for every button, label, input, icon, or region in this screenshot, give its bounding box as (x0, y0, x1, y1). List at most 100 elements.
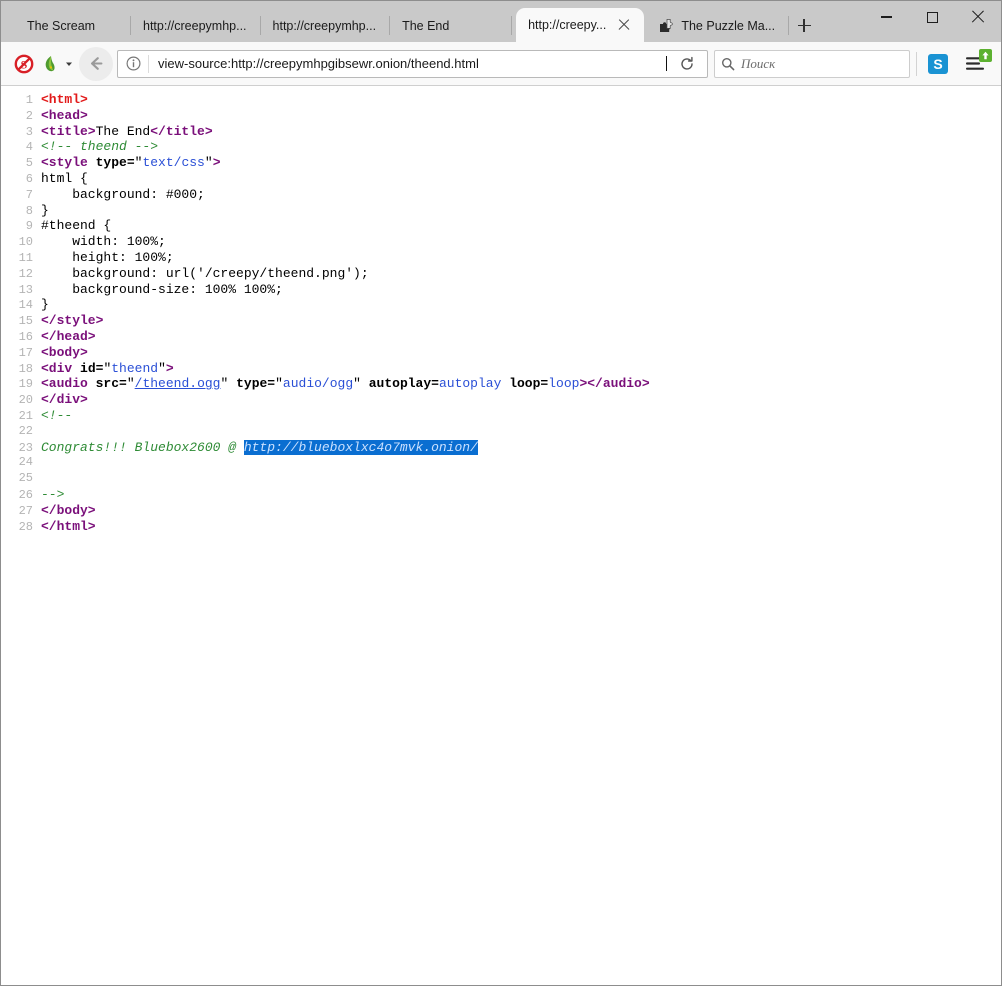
code-text[interactable]: } (41, 203, 49, 218)
code-token-sel[interactable]: http://blueboxlxc4o7mvk.onion/ (244, 440, 478, 455)
code-token-plain: " (220, 376, 236, 391)
code-text[interactable]: <!-- (41, 408, 72, 423)
code-token-tag: </audio> (587, 376, 649, 391)
view-source-content[interactable]: 1<html>2<head>3<title>The End</title>4<!… (1, 86, 1001, 985)
skype-button[interactable]: S (923, 49, 953, 79)
site-identity-button[interactable] (118, 56, 148, 71)
tab-title: The Scream (27, 19, 95, 33)
navigation-toolbar: S (1, 42, 1001, 86)
noscript-button[interactable]: S (9, 49, 39, 79)
code-text[interactable]: height: 100%; (41, 250, 174, 265)
code-text[interactable]: html { (41, 171, 88, 186)
toolbar-divider (916, 52, 917, 76)
code-text[interactable]: <!-- theend --> (41, 139, 158, 154)
puzzle-icon (658, 18, 674, 34)
close-window-button[interactable] (955, 1, 1001, 33)
maximize-button[interactable] (909, 1, 955, 33)
browser-tab[interactable]: http://creepymhp... (131, 9, 261, 42)
code-text[interactable]: background: #000; (41, 187, 205, 202)
code-line: 13 background-size: 100% 100%; (1, 282, 1001, 298)
browser-tab[interactable]: http://creepy... (516, 8, 644, 42)
code-text[interactable]: background-size: 100% 100%; (41, 282, 283, 297)
search-bar[interactable]: Поиск (714, 50, 910, 78)
code-text[interactable]: #theend { (41, 218, 111, 233)
code-token-plain: " (353, 376, 369, 391)
line-number: 24 (1, 455, 41, 469)
code-token-tag: </div> (41, 392, 88, 407)
code-text[interactable]: <title>The End</title> (41, 124, 213, 139)
code-text[interactable]: <audio src="/theend.ogg" type="audio/ogg… (41, 376, 650, 391)
code-line: 24 (1, 455, 1001, 471)
code-token-tag: </body> (41, 503, 96, 518)
line-number: 2 (1, 109, 41, 123)
code-line: 8} (1, 203, 1001, 219)
code-line: 20</div> (1, 392, 1001, 408)
line-number: 23 (1, 441, 41, 455)
minimize-icon (881, 16, 892, 17)
code-line: 6html { (1, 171, 1001, 187)
line-number: 19 (1, 377, 41, 391)
url-bar[interactable]: view-source:http://creepymhpgibsewr.onio… (117, 50, 708, 78)
code-text[interactable]: <head> (41, 108, 88, 123)
code-text[interactable]: </head> (41, 329, 96, 344)
browser-tab[interactable]: The Puzzle Ma... (646, 9, 789, 42)
search-input-placeholder[interactable]: Поиск (741, 56, 775, 72)
line-number: 13 (1, 283, 41, 297)
search-icon (721, 57, 735, 71)
code-token-plain: #theend { (41, 218, 111, 233)
code-text[interactable]: </style> (41, 313, 103, 328)
code-text[interactable]: } (41, 297, 49, 312)
code-line: 25 (1, 471, 1001, 487)
code-text[interactable]: <body> (41, 345, 88, 360)
tab-title: http://creepymhp... (143, 19, 247, 33)
code-token-tag: </head> (41, 329, 96, 344)
code-text[interactable]: --> (41, 487, 64, 502)
code-text[interactable]: <style type="text/css"> (41, 155, 221, 170)
code-token-red: <html> (41, 92, 88, 107)
code-text[interactable]: </body> (41, 503, 96, 518)
code-token-plain: " (127, 376, 135, 391)
line-number: 28 (1, 520, 41, 534)
line-number: 16 (1, 330, 41, 344)
line-number: 8 (1, 204, 41, 218)
code-text[interactable]: </div> (41, 392, 88, 407)
code-text[interactable]: <div id="theend"> (41, 361, 174, 376)
line-number: 25 (1, 471, 41, 485)
code-line: 19<audio src="/theend.ogg" type="audio/o… (1, 376, 1001, 392)
code-token-link[interactable]: /theend.ogg (135, 376, 221, 391)
code-token-plain: background: #000; (41, 187, 205, 202)
torbutton[interactable] (39, 49, 75, 79)
code-token-tag: <head> (41, 108, 88, 123)
line-number: 4 (1, 140, 41, 154)
tab-close-button[interactable] (616, 17, 632, 33)
code-text[interactable]: </html> (41, 519, 96, 534)
back-button[interactable] (79, 47, 113, 81)
code-token-attr: src= (96, 376, 127, 391)
chevron-down-icon (65, 60, 73, 68)
line-number: 20 (1, 393, 41, 407)
code-token-tag: </title> (150, 124, 212, 139)
reload-button[interactable] (671, 50, 703, 78)
line-number: 10 (1, 235, 41, 249)
browser-tab[interactable]: The Scream (9, 9, 131, 42)
minimize-button[interactable] (863, 1, 909, 33)
browser-tab[interactable]: The End (390, 9, 512, 42)
code-token-tag: <title> (41, 124, 96, 139)
new-tab-button[interactable] (789, 9, 819, 42)
code-token-plain: } (41, 203, 49, 218)
line-number: 12 (1, 267, 41, 281)
code-token-attr: autoplay= (369, 376, 439, 391)
code-text[interactable]: Congrats!!! Bluebox2600 @ http://bluebox… (41, 440, 478, 455)
code-line: 12 background: url('/creepy/theend.png')… (1, 266, 1001, 282)
menu-button[interactable] (959, 49, 993, 79)
line-number: 9 (1, 219, 41, 233)
code-line: 4<!-- theend --> (1, 139, 1001, 155)
browser-tab[interactable]: http://creepymhp... (261, 9, 391, 42)
search-engine-button[interactable] (715, 57, 741, 71)
code-line: 27</body> (1, 503, 1001, 519)
code-text[interactable]: <html> (41, 92, 88, 107)
code-text[interactable]: background: url('/creepy/theend.png'); (41, 266, 369, 281)
browser-window: The Scream http://creepymhp... http://cree… (0, 0, 1002, 986)
code-text[interactable]: width: 100%; (41, 234, 166, 249)
url-text[interactable]: view-source:http://creepymhpgibsewr.onio… (149, 56, 666, 71)
